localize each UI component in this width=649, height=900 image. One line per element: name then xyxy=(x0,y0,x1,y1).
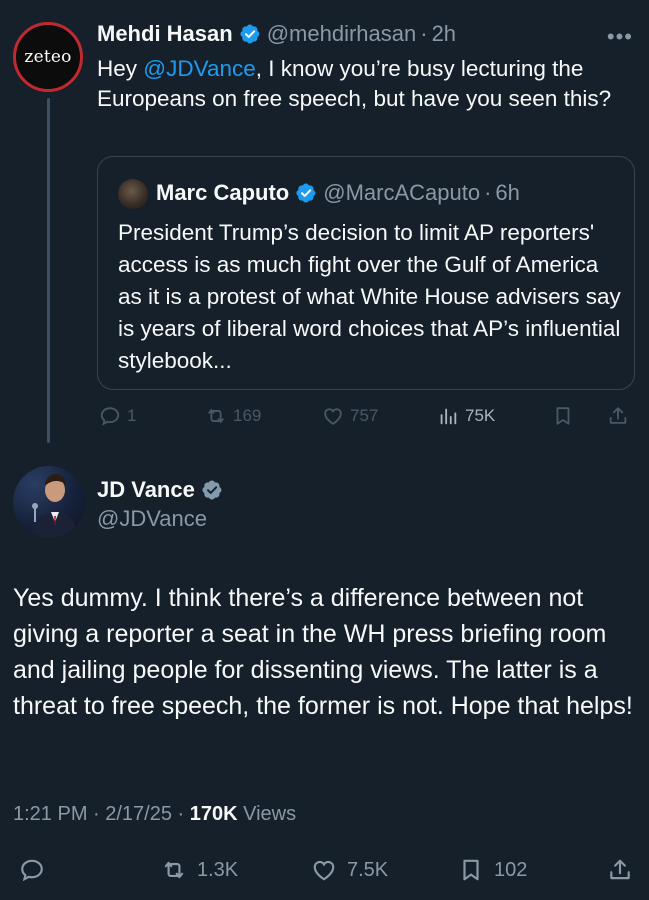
bookmark-icon xyxy=(556,407,570,425)
verified-gray-badge-icon xyxy=(202,480,222,500)
reply-button[interactable]: 1 xyxy=(99,400,136,432)
reply-action-bar: 1.3K 7.5K 102 xyxy=(13,853,638,887)
author-name[interactable]: JD Vance xyxy=(97,477,195,503)
views-count: 75K xyxy=(465,406,496,425)
bookmark-count: 102 xyxy=(494,858,528,881)
quote-avatar xyxy=(118,179,148,209)
retweet-button[interactable]: 1.3K xyxy=(161,853,238,887)
retweet-count: 1.3K xyxy=(197,858,239,881)
like-count: 7.5K xyxy=(347,858,389,881)
verified-badge-icon xyxy=(240,24,260,44)
bookmark-button[interactable]: 102 xyxy=(458,853,527,887)
like-button[interactable]: 757 xyxy=(322,400,378,432)
profile-photo xyxy=(31,474,79,538)
like-count: 757 xyxy=(350,406,379,425)
views-label: Views xyxy=(237,803,297,825)
author-handle[interactable]: @mehdirhasan xyxy=(267,21,417,47)
share-icon xyxy=(610,859,630,880)
author-handle[interactable]: @JDVance xyxy=(97,506,207,532)
verified-badge-icon xyxy=(296,183,316,203)
views-count: 170K xyxy=(189,803,238,825)
quoted-tweet-card[interactable]: Marc Caputo @MarcACaputo · 6h President … xyxy=(97,156,635,390)
share-icon xyxy=(609,407,627,424)
quote-author-handle: @MarcACaputo xyxy=(323,180,481,205)
timestamp[interactable]: 1:21 PM · 2/17/25 · xyxy=(13,803,190,825)
avatar[interactable]: zeteo xyxy=(13,22,83,92)
heart-icon xyxy=(313,860,335,881)
avatar-logo-text: zeteo xyxy=(24,47,72,67)
separator-dot: · xyxy=(484,180,492,205)
tweet-text: Hey @JDVance, I know you’re busy lecturi… xyxy=(97,54,632,114)
like-button[interactable]: 7.5K xyxy=(311,853,388,887)
reply-count: 1 xyxy=(127,406,137,425)
quote-text: President Trump’s decision to limit AP r… xyxy=(118,220,621,373)
more-options-icon[interactable]: ••• xyxy=(607,24,633,50)
avatar[interactable] xyxy=(13,466,85,538)
thread-connector-line xyxy=(47,98,50,443)
tweet-action-bar: 1 169 757 75K xyxy=(97,400,637,432)
reply-icon xyxy=(100,407,120,426)
quote-time: 6h xyxy=(495,180,520,205)
mention-link[interactable]: @JDVance xyxy=(143,56,255,81)
bookmark-icon xyxy=(463,859,479,881)
tweet-time[interactable]: 2h xyxy=(432,21,456,47)
bookmark-button[interactable] xyxy=(552,400,580,432)
share-button[interactable] xyxy=(607,400,635,432)
tweet-metadata: 1:21 PM · 2/17/25 · 170K Views xyxy=(13,803,296,826)
reply-icon xyxy=(21,859,43,882)
retweet-icon xyxy=(164,861,184,879)
retweet-icon xyxy=(208,409,224,423)
tweet-text-start: Hey xyxy=(97,56,144,81)
reply-text: Yes dummy. I think there’s a difference … xyxy=(13,584,633,720)
reply-button[interactable] xyxy=(19,853,55,887)
views-chart-icon xyxy=(440,408,457,425)
reply-header: JD Vance xyxy=(97,475,229,505)
views-button[interactable]: 75K xyxy=(437,400,495,432)
quote-author-name: Marc Caputo xyxy=(156,180,290,205)
heart-icon xyxy=(324,408,342,425)
retweet-count: 169 xyxy=(233,406,262,425)
separator-dot: · xyxy=(420,21,428,46)
retweet-button[interactable]: 169 xyxy=(205,400,261,432)
quote-header: Marc Caputo @MarcACaputo · 6h xyxy=(156,177,520,209)
author-name[interactable]: Mehdi Hasan xyxy=(97,21,233,47)
tweet-header: Mehdi Hasan @mehdirhasan · 2h xyxy=(97,19,456,49)
share-button[interactable] xyxy=(607,853,643,887)
